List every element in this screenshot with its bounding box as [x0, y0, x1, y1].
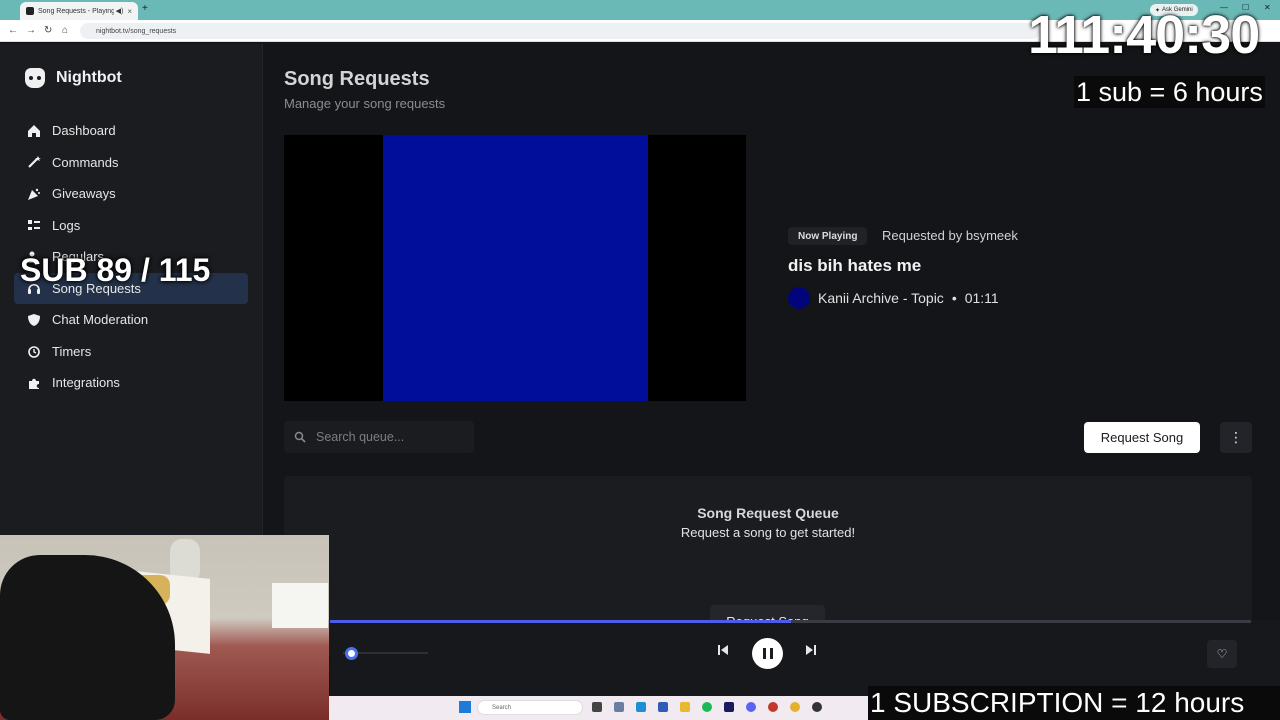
previous-track-icon[interactable]	[716, 643, 730, 660]
home-browser-icon[interactable]: ⌂	[62, 25, 68, 36]
next-track-icon[interactable]	[804, 643, 818, 660]
obs-icon[interactable]	[812, 702, 822, 712]
url-field[interactable]: nightbot.tv/song_requests	[80, 23, 1040, 39]
spotify-icon[interactable]	[702, 702, 712, 712]
folder-icon[interactable]	[680, 702, 690, 712]
home-icon	[26, 123, 42, 139]
video-frame	[383, 135, 648, 401]
sidebar-item-commands[interactable]: Commands	[14, 147, 248, 179]
premiere-icon[interactable]	[724, 702, 734, 712]
browser-tab-title: Song Requests - Playing di	[38, 7, 114, 15]
subathon-timer: 111:40:30	[1028, 5, 1260, 65]
sidebar-item-chat-moderation[interactable]: Chat Moderation	[14, 304, 248, 336]
list-icon	[26, 217, 42, 233]
request-song-button[interactable]: Request Song	[1084, 422, 1200, 453]
brand-name: Nightbot	[56, 69, 122, 86]
sidebar-item-label: Dashboard	[52, 123, 116, 139]
screen: Song Requests - Playing di ◀) × + ✦ Ask …	[0, 0, 1280, 720]
page-subtitle: Manage your song requests	[284, 96, 446, 111]
sidebar-item-label: Integrations	[52, 375, 120, 391]
page-title: Song Requests	[284, 68, 430, 90]
sidebar-item-label: Commands	[52, 154, 119, 170]
sidebar-item-logs[interactable]: Logs	[14, 210, 248, 242]
shield-icon	[26, 312, 42, 328]
alarm-icon	[26, 343, 42, 359]
webcam-box	[272, 583, 328, 628]
discord-icon[interactable]	[746, 702, 756, 712]
sidebar-item-label: Logs	[52, 217, 81, 233]
task-view-icon[interactable]	[592, 702, 602, 712]
url-text: nightbot.tv/song_requests	[96, 27, 177, 35]
progress-fill	[330, 620, 791, 623]
song-title: dis bih hates me	[788, 256, 922, 275]
search-icon	[294, 431, 306, 443]
volume-knob[interactable]	[345, 647, 358, 660]
artist-row: Kanii Archive - Topic • 01:11	[788, 287, 999, 309]
taskbar: Search	[329, 696, 869, 720]
sidebar-item-label: Chat Moderation	[52, 312, 149, 328]
pause-icon	[762, 648, 773, 659]
new-tab-button[interactable]: +	[142, 3, 148, 14]
search-queue-field[interactable]: Search queue...	[284, 421, 474, 453]
search-placeholder: Search queue...	[316, 430, 405, 444]
sidebar-item-giveaways[interactable]: Giveaways	[14, 178, 248, 210]
favorite-heart-icon[interactable]: ♡	[1207, 640, 1237, 668]
close-window-icon[interactable]: ✕	[1264, 3, 1271, 12]
video-player[interactable]	[284, 135, 746, 401]
windows-start-icon[interactable]	[459, 701, 471, 713]
duration: 01:11	[964, 290, 999, 306]
back-icon[interactable]: ←	[8, 25, 18, 36]
puzzle-icon	[26, 375, 42, 391]
nightbot-logo-icon	[25, 68, 45, 88]
queue-empty-text: Request a song to get started!	[680, 525, 856, 540]
wand-icon	[26, 154, 42, 170]
progress-track[interactable]	[330, 620, 1251, 623]
now-playing-badge: Now Playing	[788, 227, 868, 245]
separator: •	[951, 290, 957, 306]
settings-icon[interactable]	[614, 702, 624, 712]
requested-by: Requested by bsymeek	[882, 228, 1018, 243]
more-options-icon[interactable]: ⋮	[1220, 422, 1252, 453]
brand[interactable]: Nightbot	[25, 68, 122, 88]
sidebar-item-timers[interactable]: Timers	[14, 336, 248, 368]
chrome-icon[interactable]	[790, 702, 800, 712]
browser-tab[interactable]: Song Requests - Playing di ◀) ×	[20, 2, 138, 20]
main-content: Song Requests Manage your song requests …	[264, 44, 1280, 720]
artist-avatar	[788, 287, 810, 309]
webcam-overlay	[0, 535, 329, 720]
subscription-hours-banner: 1 SUBSCRIPTION = 12 hours	[868, 686, 1280, 720]
queue-title: Song Request Queue	[697, 505, 839, 521]
player-bar: ♡	[330, 620, 1280, 696]
speaker-icon: ◀)	[115, 8, 124, 15]
sub-goal-counter: SUB 89 / 115	[20, 252, 211, 288]
sidebar-item-label: Timers	[52, 343, 92, 359]
reload-icon[interactable]: ↻	[44, 25, 52, 36]
nightbot-favicon-icon	[26, 7, 34, 15]
edge-icon[interactable]	[636, 702, 646, 712]
party-icon	[26, 186, 42, 202]
close-tab-icon[interactable]: ×	[127, 7, 132, 16]
artist-name[interactable]: Kanii Archive - Topic	[818, 290, 944, 306]
taskbar-search-label: Search	[492, 704, 512, 711]
store-icon[interactable]	[658, 702, 668, 712]
sub-hours-banner: 1 sub = 6 hours	[1074, 76, 1265, 108]
pause-button[interactable]	[752, 638, 783, 669]
forward-icon[interactable]: →	[26, 25, 36, 36]
sidebar-item-dashboard[interactable]: Dashboard	[14, 115, 248, 147]
app-icon[interactable]	[768, 702, 778, 712]
taskbar-search[interactable]: Search	[477, 700, 583, 715]
sidebar-item-label: Giveaways	[52, 186, 116, 202]
sidebar-item-integrations[interactable]: Integrations	[14, 367, 248, 399]
